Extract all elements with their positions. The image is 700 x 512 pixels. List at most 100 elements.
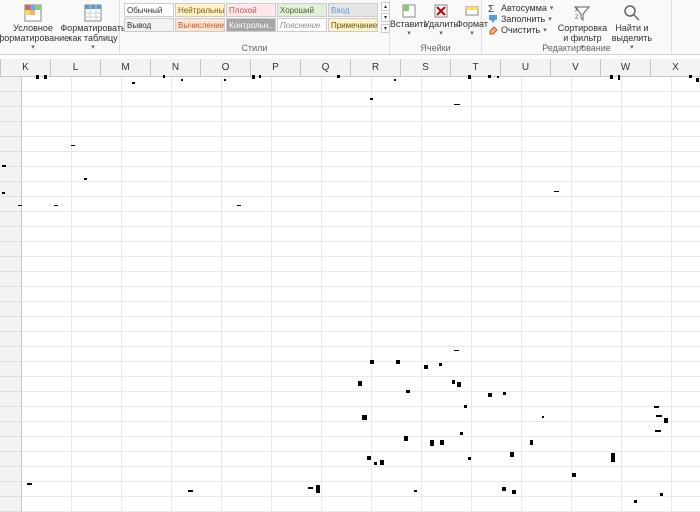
cell[interactable] — [322, 452, 372, 467]
cell[interactable] — [222, 212, 272, 227]
row-header[interactable] — [0, 317, 22, 332]
cell[interactable] — [622, 422, 672, 437]
row-header[interactable] — [0, 497, 22, 512]
cell[interactable] — [272, 197, 322, 212]
cell[interactable] — [72, 212, 122, 227]
cell[interactable] — [222, 452, 272, 467]
cell[interactable] — [472, 362, 522, 377]
cell[interactable] — [622, 227, 672, 242]
cell[interactable] — [572, 137, 622, 152]
cell[interactable] — [22, 407, 72, 422]
cell[interactable] — [372, 182, 422, 197]
cell[interactable] — [522, 302, 572, 317]
cell[interactable] — [172, 437, 222, 452]
cell[interactable] — [422, 242, 472, 257]
column-header-X[interactable]: X — [651, 59, 700, 76]
cell[interactable] — [22, 197, 72, 212]
cell[interactable] — [622, 257, 672, 272]
cell[interactable] — [622, 452, 672, 467]
cell[interactable] — [422, 332, 472, 347]
cell[interactable] — [472, 347, 522, 362]
cell[interactable] — [522, 107, 572, 122]
cell[interactable] — [372, 317, 422, 332]
style-cell-вывод[interactable]: Вывод — [124, 18, 174, 32]
cell[interactable] — [422, 212, 472, 227]
cell[interactable] — [222, 122, 272, 137]
cell[interactable] — [122, 197, 172, 212]
cell[interactable] — [172, 347, 222, 362]
cell[interactable] — [172, 227, 222, 242]
cell[interactable] — [222, 107, 272, 122]
cell[interactable] — [172, 362, 222, 377]
cell[interactable] — [622, 272, 672, 287]
cell[interactable] — [372, 437, 422, 452]
cell[interactable] — [372, 332, 422, 347]
cell[interactable] — [272, 287, 322, 302]
cell[interactable] — [72, 482, 122, 497]
row-header[interactable] — [0, 182, 22, 197]
cell[interactable] — [172, 452, 222, 467]
cell[interactable] — [572, 77, 622, 92]
row-header[interactable] — [0, 422, 22, 437]
cell[interactable] — [272, 437, 322, 452]
cell[interactable] — [172, 377, 222, 392]
cell[interactable] — [522, 137, 572, 152]
cell[interactable] — [422, 182, 472, 197]
cell[interactable] — [122, 77, 172, 92]
cell[interactable] — [22, 137, 72, 152]
cell[interactable] — [322, 392, 372, 407]
cell[interactable] — [572, 347, 622, 362]
cell[interactable] — [572, 497, 622, 512]
cell[interactable] — [672, 452, 700, 467]
cell[interactable] — [522, 212, 572, 227]
cell[interactable] — [222, 287, 272, 302]
cell[interactable] — [672, 467, 700, 482]
cell[interactable] — [322, 302, 372, 317]
cell[interactable] — [22, 317, 72, 332]
cell[interactable] — [522, 467, 572, 482]
row-header[interactable] — [0, 452, 22, 467]
cell[interactable] — [172, 407, 222, 422]
row-header[interactable] — [0, 122, 22, 137]
cell[interactable] — [672, 437, 700, 452]
cell[interactable] — [172, 272, 222, 287]
cell[interactable] — [622, 347, 672, 362]
cell[interactable] — [172, 482, 222, 497]
cell[interactable] — [672, 137, 700, 152]
cell[interactable] — [372, 422, 422, 437]
cell[interactable] — [72, 467, 122, 482]
cell[interactable] — [122, 152, 172, 167]
cell[interactable] — [372, 467, 422, 482]
cell[interactable] — [572, 287, 622, 302]
cell[interactable] — [572, 422, 622, 437]
cell[interactable] — [422, 347, 472, 362]
cell[interactable] — [22, 242, 72, 257]
cell[interactable] — [122, 437, 172, 452]
row-header[interactable] — [0, 407, 22, 422]
cell[interactable] — [372, 92, 422, 107]
cell[interactable] — [72, 257, 122, 272]
cell[interactable] — [272, 347, 322, 362]
cell[interactable] — [572, 272, 622, 287]
cell[interactable] — [522, 377, 572, 392]
cell[interactable] — [22, 77, 72, 92]
cell[interactable] — [122, 242, 172, 257]
column-header-S[interactable]: S — [401, 59, 451, 76]
cell[interactable] — [572, 437, 622, 452]
cell[interactable] — [122, 332, 172, 347]
cell[interactable] — [472, 77, 522, 92]
cell[interactable] — [372, 107, 422, 122]
cell[interactable] — [222, 392, 272, 407]
cell[interactable] — [572, 302, 622, 317]
cell[interactable] — [172, 122, 222, 137]
cell[interactable] — [672, 242, 700, 257]
cell[interactable] — [272, 362, 322, 377]
cell[interactable] — [222, 167, 272, 182]
cell[interactable] — [672, 302, 700, 317]
cell[interactable] — [522, 452, 572, 467]
cell[interactable] — [572, 407, 622, 422]
cell[interactable] — [22, 467, 72, 482]
cell[interactable] — [372, 362, 422, 377]
cell[interactable] — [622, 302, 672, 317]
cell[interactable] — [372, 152, 422, 167]
